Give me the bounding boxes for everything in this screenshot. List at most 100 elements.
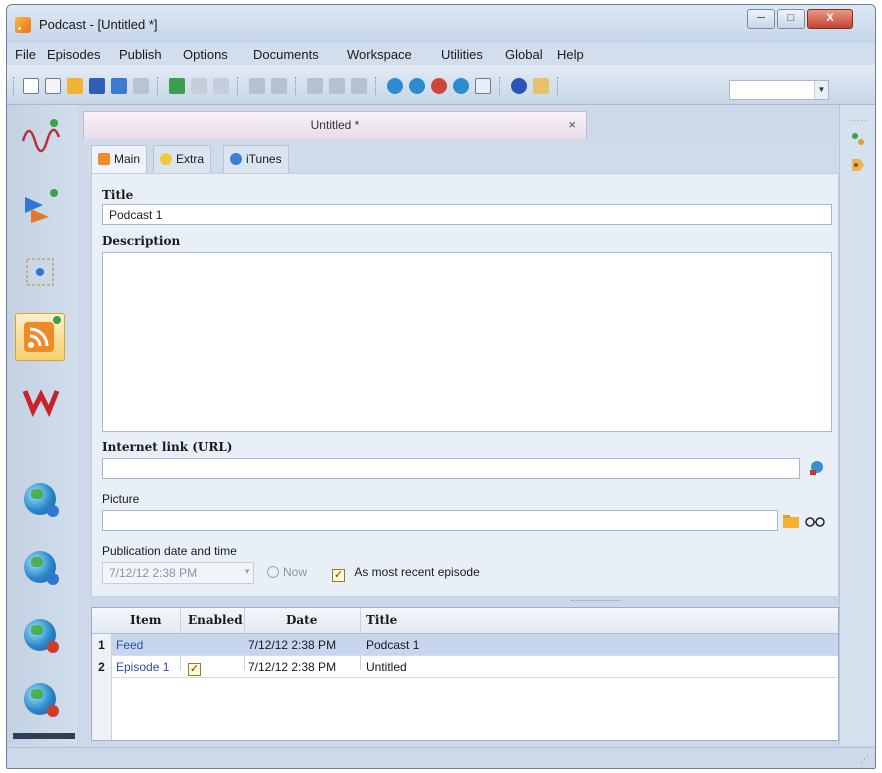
description-field[interactable] (102, 252, 832, 432)
splitter-grip[interactable] (571, 600, 621, 603)
paste-icon[interactable] (351, 78, 367, 94)
toolbar-separator (237, 77, 239, 95)
main-form-panel: Title Podcast 1 Description Internet lin… (91, 173, 839, 597)
menu-episodes[interactable]: Episodes (47, 47, 100, 62)
podcast-tool-icon[interactable] (15, 313, 65, 361)
column-header-date[interactable]: Date (286, 613, 317, 627)
column-header-item[interactable]: Item (130, 613, 162, 627)
add-episode-icon[interactable] (169, 78, 185, 94)
duplicate-icon[interactable] (191, 78, 207, 94)
resize-grip-icon[interactable]: ⋰ (860, 754, 869, 765)
cut-icon[interactable] (307, 78, 323, 94)
download-globe-icon[interactable] (453, 78, 469, 94)
tab-extra-label: Extra (176, 152, 205, 166)
url-label: Internet link (URL) (102, 440, 233, 454)
pubdate-field[interactable]: 7/12/12 2:38 PM ▼ (102, 562, 254, 584)
table-row[interactable]: 1 Feed 7/12/12 2:38 PM Podcast 1 (92, 634, 838, 656)
title-field[interactable]: Podcast 1 (102, 204, 832, 225)
publish-globe-red-icon[interactable] (24, 619, 59, 653)
tab-main-label: Main (114, 152, 141, 166)
menu-file[interactable]: File (15, 47, 36, 62)
toolbar-separator (375, 77, 377, 95)
window-title: Podcast - [Untitled *] (39, 17, 158, 32)
row-number: 1 (92, 634, 112, 656)
row-number: 2 (92, 656, 112, 678)
row-enabled-check-icon[interactable]: ✓ (188, 663, 201, 676)
upload-globe-red-icon[interactable] (24, 683, 59, 717)
grid-header: Item Enabled Date Title (92, 608, 838, 634)
row-enabled-checkbox[interactable]: ✓ (188, 659, 201, 676)
minimize-button[interactable]: ─ (747, 9, 775, 29)
upload-globe-blue-icon[interactable] (24, 551, 59, 585)
app-window: Podcast - [Untitled *] ─ □ X File Episod… (6, 4, 876, 769)
maximize-button[interactable]: □ (777, 9, 805, 29)
open-folder-icon[interactable] (67, 78, 83, 94)
wave-logo-tool-icon[interactable] (21, 381, 61, 421)
now-button[interactable]: Now (267, 565, 307, 579)
tab-extra[interactable]: Extra (153, 145, 212, 173)
pubdate-label: Publication date and time (102, 544, 237, 558)
panel-splitter[interactable] (91, 598, 839, 606)
toolbar: ▼ (7, 65, 875, 105)
publish-red-globe-icon[interactable] (431, 78, 447, 94)
toolbar-separator (499, 77, 501, 95)
picture-field[interactable] (102, 510, 778, 531)
new-document-icon[interactable] (23, 78, 39, 94)
delete-icon[interactable] (213, 78, 229, 94)
waveform-tool-icon[interactable] (21, 117, 61, 157)
move-up-icon[interactable] (249, 78, 265, 94)
menu-global[interactable]: Global (505, 47, 543, 62)
menu-help[interactable]: Help (557, 47, 584, 62)
chevron-down-icon[interactable]: ▼ (243, 567, 251, 576)
menu-publish[interactable]: Publish (119, 47, 162, 62)
title-label: Title (102, 188, 134, 202)
row-date: 7/12/12 2:38 PM (248, 660, 337, 674)
chevron-down-icon[interactable]: ▼ (814, 81, 828, 99)
upload-globe-icon[interactable] (409, 78, 425, 94)
browse-url-icon[interactable] (808, 460, 826, 476)
tab-main[interactable]: Main (91, 145, 148, 174)
column-header-title[interactable]: Title (366, 613, 397, 627)
most-recent-label: As most recent episode (354, 565, 480, 579)
publish-globe-blue-icon[interactable] (24, 483, 59, 517)
column-header-enabled[interactable]: Enabled (188, 613, 243, 627)
url-field[interactable] (102, 458, 800, 479)
properties-panel-icon[interactable] (850, 131, 866, 147)
whats-this-icon[interactable] (533, 78, 549, 94)
copy-icon[interactable] (329, 78, 345, 94)
toolbar-separator (157, 77, 159, 95)
toolbar-combo[interactable]: ▼ (729, 80, 829, 100)
windows-icon[interactable] (133, 78, 149, 94)
menu-utilities[interactable]: Utilities (441, 47, 483, 62)
open-folder-icon[interactable] (782, 513, 800, 529)
tab-itunes[interactable]: iTunes (223, 145, 289, 173)
row-item[interactable]: Feed (116, 638, 143, 652)
most-recent-check-icon[interactable]: ✓ (332, 569, 345, 582)
sequencer-tool-icon[interactable] (21, 187, 61, 227)
tab-itunes-label: iTunes (246, 152, 282, 166)
toolbar-separator (557, 77, 559, 95)
table-row[interactable]: 2 Episode 1 ✓ 7/12/12 2:38 PM Untitled (92, 656, 838, 678)
help-icon[interactable] (511, 78, 527, 94)
menu-workspace[interactable]: Workspace (347, 47, 412, 62)
save-all-icon[interactable] (111, 78, 127, 94)
save-icon[interactable] (89, 78, 105, 94)
document-close-icon[interactable]: × (568, 117, 576, 132)
tags-panel-icon[interactable] (850, 157, 866, 173)
now-label: Now (283, 565, 308, 579)
row-item[interactable]: Episode 1 (116, 660, 169, 674)
move-down-icon[interactable] (271, 78, 287, 94)
properties-icon[interactable] (475, 78, 491, 94)
close-button[interactable]: X (807, 9, 853, 29)
new-from-template-icon[interactable] (45, 78, 61, 94)
document-tab[interactable]: Untitled * × (83, 111, 587, 139)
preview-glasses-icon[interactable] (804, 513, 825, 529)
menu-documents[interactable]: Documents (253, 47, 319, 62)
rss-icon (98, 153, 110, 165)
sidebar-scroll-indicator[interactable] (13, 733, 75, 739)
menu-bar: File Episodes Publish Options Documents … (7, 43, 875, 65)
most-recent-checkbox[interactable]: ✓ As most recent episode (332, 565, 480, 582)
menu-options[interactable]: Options (183, 47, 228, 62)
publish-globe-icon[interactable] (387, 78, 403, 94)
network-tool-icon[interactable] (21, 253, 61, 293)
